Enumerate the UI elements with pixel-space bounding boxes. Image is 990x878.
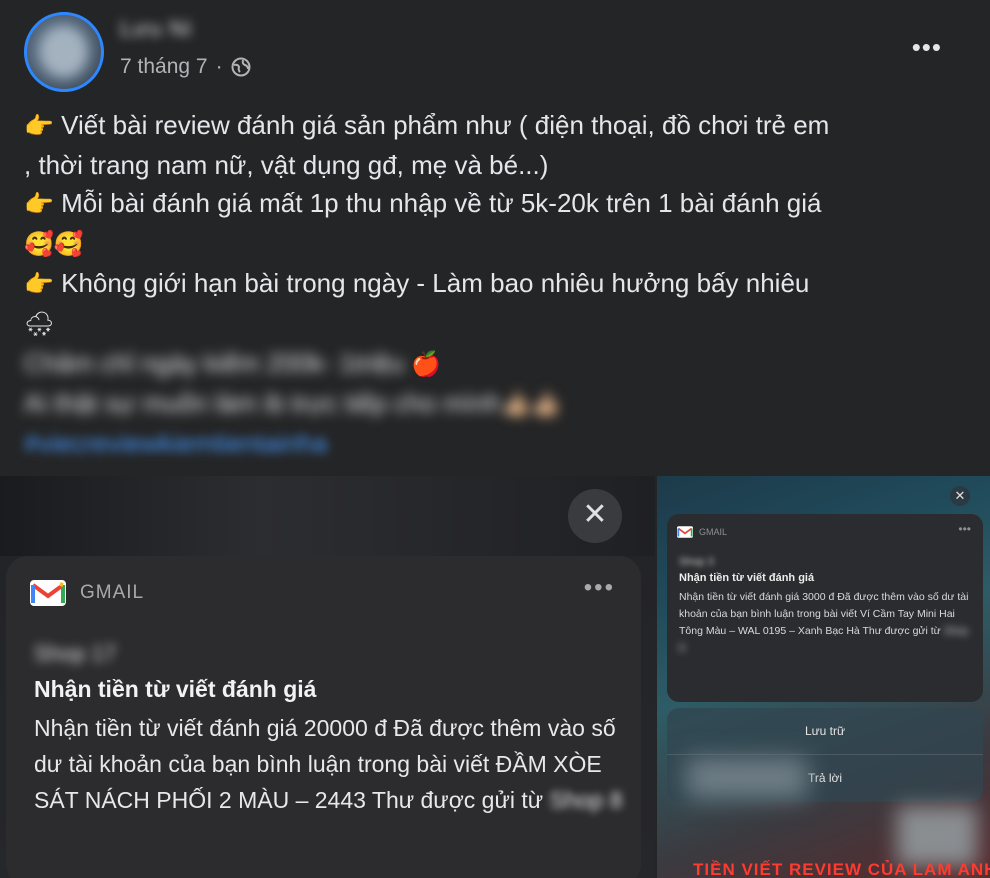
archive-action: Lưu trữ [667, 708, 983, 755]
hashtag-link[interactable]: #viecreviewkiemtientainha [24, 428, 327, 458]
close-icon: ✕ [950, 486, 970, 506]
notification-body: Nhận tiền từ viết đánh giá 3000 đ Đã đượ… [679, 591, 969, 654]
screenshot-left[interactable]: ✕ GMAIL ••• Shop 17 Nhận tiền từ viết đá… [0, 476, 655, 878]
post-date[interactable]: 7 tháng 7 [120, 55, 208, 79]
gmail-icon [677, 526, 693, 538]
notification-body: Nhận tiền từ viết đánh giá 20000 đ Đã đư… [34, 715, 623, 813]
app-name: GMAIL [80, 582, 145, 603]
notification-title: Nhận tiền từ viết đánh giá [34, 676, 317, 702]
notification-card: GMAIL ••• Shop 17 Nhận tiền từ viết đánh… [6, 556, 641, 878]
post-hashtag-line: #viecreviewkiemtientainha [24, 424, 964, 462]
notification-sender: Shop 3 [679, 556, 714, 568]
cloud-snow-icon: 🌨 [24, 311, 55, 338]
screenshot-right[interactable]: ✕ GMAIL ••• Shop 3 Nhận tiền từ viết đán… [657, 476, 990, 878]
app-name: GMAIL [699, 527, 728, 537]
post-meta: 7 tháng 7 · [120, 55, 251, 79]
post-line-4: 🥰🥰 [24, 224, 964, 264]
apple-icon: 🍎 [411, 351, 442, 378]
smiling-hearts-icon: 🥰🥰 [24, 231, 84, 258]
post-line-8: Ai thật sự muốn làm ib trực tiếp cho mìn… [24, 388, 561, 418]
close-icon: ✕ [568, 489, 622, 543]
author-avatar[interactable] [24, 12, 104, 92]
post-header: Lưu Ni 7 tháng 7 · ••• [0, 0, 990, 110]
post-line-1: 👉 Viết bài review đánh giá sản phẩm như … [24, 110, 830, 140]
post-line-5: 👉 Không giới hạn bài trong ngày - Làm ba… [24, 268, 810, 298]
post-line-3: 👉 Mỗi bài đánh giá mất 1p thu nhập về từ… [24, 188, 822, 218]
post-line-7: Chăm chỉ ngày kiếm 200k- 1triệu 🍎 [24, 348, 442, 378]
gmail-app-row: GMAIL [30, 580, 144, 606]
thumbs-up-icon: 👍🏼👍🏼 [501, 391, 561, 418]
notification-card: GMAIL ••• Shop 3 Nhận tiền từ viết đánh … [667, 514, 983, 702]
author-name[interactable]: Lưu Ni [120, 16, 192, 42]
notification-sender: Shop 17 [34, 641, 116, 666]
notification-more-icon: ••• [583, 574, 615, 601]
notification-more-icon: ••• [958, 522, 971, 536]
gmail-icon [30, 580, 66, 606]
point-right-icon: 👉 [24, 113, 54, 140]
meta-dot: · [215, 55, 223, 78]
globe-icon [231, 57, 251, 77]
notification-title: Nhận tiền từ viết đánh giá [679, 572, 815, 584]
point-right-icon: 👉 [24, 271, 54, 298]
post-text: 👉 Viết bài review đánh giá sản phẩm như … [24, 106, 964, 462]
gmail-app-row: GMAIL [677, 526, 727, 538]
point-right-icon: 👉 [24, 191, 54, 218]
post-line-6: 🌨 [24, 304, 964, 344]
post-line-2: , thời trang nam nữ, vật dụng gđ, mẹ và … [24, 150, 549, 180]
post-images: ✕ GMAIL ••• Shop 17 Nhận tiền từ viết đá… [0, 476, 990, 878]
more-options-icon[interactable]: ••• [912, 34, 942, 60]
red-banner-text: TIỀN VIẾT REVIEW CỦA LAM ANH [693, 860, 990, 878]
